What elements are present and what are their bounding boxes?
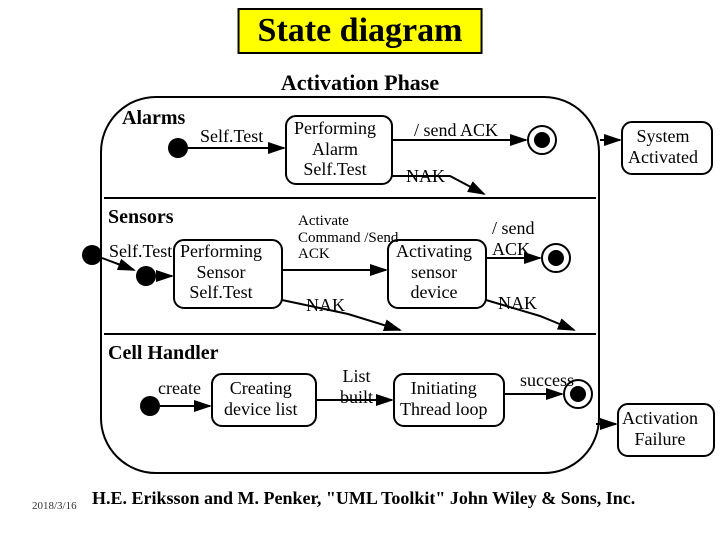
alarms-selftest-label: Self.Test bbox=[200, 126, 263, 147]
sensors-entry-dot bbox=[82, 245, 102, 265]
sensors-activating-label: Activatingsensordevice bbox=[396, 241, 472, 303]
date-stamp: 2018/3/16 bbox=[32, 500, 77, 512]
sensors-send-ack-label: / sendACK bbox=[492, 218, 535, 259]
sensors-nak1-label: NAK bbox=[306, 295, 345, 316]
alarms-nak-label: NAK bbox=[406, 166, 445, 187]
section-alarms: Alarms bbox=[122, 107, 185, 130]
cell-success-label: success bbox=[520, 370, 574, 391]
sensors-performing-label: PerformingSensorSelf.Test bbox=[180, 241, 262, 303]
section-sensors: Sensors bbox=[108, 206, 174, 229]
system-activated-label: SystemActivated bbox=[628, 126, 698, 167]
cell-initiating-label: InitiatingThread loop bbox=[400, 378, 487, 419]
cell-create-label: create bbox=[158, 378, 201, 399]
page-title: State diagram bbox=[238, 8, 483, 54]
cell-creating-label: Creatingdevice list bbox=[224, 378, 297, 419]
alarms-performing-label: PerformingAlarmSelf.Test bbox=[294, 118, 376, 180]
sensors-selftest-label: Self.Test bbox=[109, 241, 172, 262]
cell-list-built-label: Listbuilt bbox=[340, 366, 373, 407]
activation-failure-label: ActivationFailure bbox=[622, 408, 698, 449]
citation: H.E. Eriksson and M. Penker, "UML Toolki… bbox=[92, 488, 635, 509]
sensors-nak2-label: NAK bbox=[498, 293, 537, 314]
section-cell-handler: Cell Handler bbox=[108, 342, 219, 365]
phase-label: Activation Phase bbox=[281, 70, 439, 96]
sensors-activate-cmd-label: ActivateCommand /SendACK bbox=[298, 213, 398, 263]
alarms-send-ack-label: / send ACK bbox=[414, 120, 498, 141]
